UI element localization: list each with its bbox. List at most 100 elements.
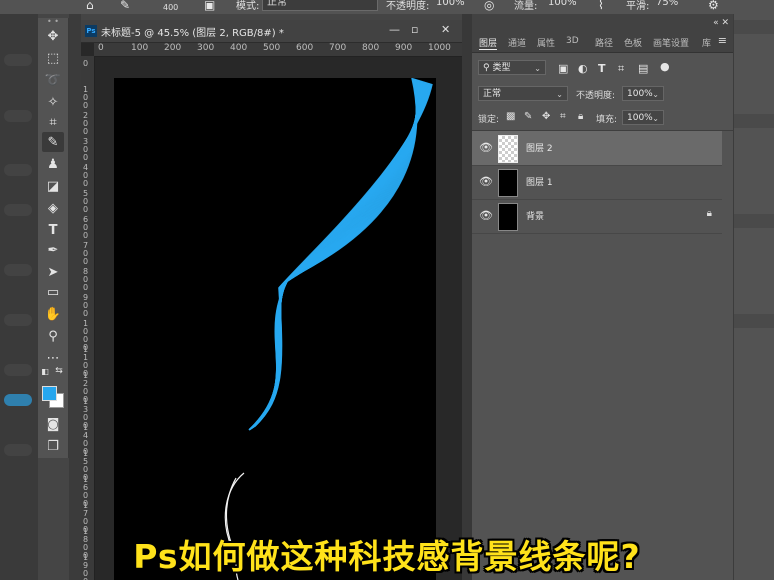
tab-0[interactable]: 图层: [479, 36, 498, 50]
screen-mode-icon[interactable]: ❐: [42, 436, 64, 456]
layer-row[interactable]: 👁︎ 图层 2: [472, 131, 722, 166]
ps-badge-icon: Ps: [85, 25, 97, 37]
more-tools-icon[interactable]: ⋯: [42, 348, 64, 368]
ruler-tick-label: 0: [98, 43, 104, 53]
brush-preset-icon[interactable]: ✎: [120, 0, 130, 12]
ruler-tick-label: 700: [83, 241, 89, 266]
document-title: 未标题-5 @ 45.5% (图层 2, RGB/8#) *: [101, 28, 284, 39]
document-tab[interactable]: Ps 未标题-5 @ 45.5% (图层 2, RGB/8#) * — ▫ ✕: [81, 20, 462, 43]
quick-mask-icon[interactable]: ◙: [42, 414, 64, 434]
lock-image-icon[interactable]: ✎: [524, 111, 532, 122]
rectangle-tool-icon[interactable]: ▭: [42, 282, 64, 302]
layers-panel: « ✕ ≡ 图层 通道 属性 3D 路径 色板 画笔设置库 ⚲ 类型 ⌄ ▣ ◐ T ⌗ ▤ …: [472, 14, 733, 580]
zoom-tool-icon[interactable]: ⚲: [42, 326, 64, 346]
layer-row[interactable]: 👁︎ 背景 🔒︎: [472, 199, 722, 234]
visibility-eye-icon[interactable]: 👁︎: [479, 209, 493, 222]
opacity-value[interactable]: 100%: [436, 0, 465, 8]
smooth-value[interactable]: 75%: [656, 0, 678, 8]
close-icon[interactable]: ✕: [441, 23, 450, 36]
tab-2[interactable]: 属性: [537, 36, 555, 49]
ruler-tick-label: 600: [296, 43, 314, 53]
path-select-tool-icon[interactable]: ➤: [42, 262, 64, 282]
ruler-tick-label: 900: [395, 43, 413, 53]
chevron-down-icon: ⌄: [652, 114, 659, 123]
lasso-tool-icon[interactable]: ➰: [42, 70, 64, 90]
lock-all-icon[interactable]: 🔒︎: [578, 111, 583, 122]
brush-tool-icon[interactable]: ✎: [42, 132, 64, 152]
paint-bucket-tool-icon[interactable]: ◈: [42, 198, 64, 218]
tab-3[interactable]: 3D: [566, 36, 579, 46]
crop-tool-icon[interactable]: ⌗: [42, 112, 64, 132]
layers-empty-area[interactable]: [472, 236, 733, 580]
marquee-tool-icon[interactable]: ⬚: [42, 48, 64, 68]
move-tool-icon[interactable]: ✥: [42, 26, 64, 46]
pressure-opacity-icon[interactable]: ◎: [484, 0, 494, 12]
tools-panel: • • ✥ ⬚ ➰ ✧ ⌗ ✎ ♟ ◪ ◈ T ✒ ➤ ▭ ✋ ⚲ ⋯ ◧ ⇆ …: [38, 18, 69, 458]
layer-lock-icon[interactable]: 🔒︎: [707, 208, 712, 219]
default-colors-icon[interactable]: ◧: [40, 366, 50, 376]
toolbar-grip[interactable]: • •: [38, 18, 68, 26]
pixel-filter-icon[interactable]: ▣: [558, 62, 568, 75]
adjustment-filter-icon[interactable]: ◐: [578, 62, 588, 75]
wave-lines-artwork: [224, 78, 433, 580]
tab-5[interactable]: 色板: [624, 36, 642, 49]
filter-toggle-icon[interactable]: ●: [660, 60, 670, 73]
visibility-eye-icon[interactable]: 👁︎: [479, 175, 493, 188]
flow-value[interactable]: 100%: [548, 0, 577, 8]
panel-menu-icon[interactable]: ≡: [718, 34, 727, 47]
horizontal-ruler[interactable]: 0100200300400500600700800900100011: [94, 43, 462, 57]
lock-transparent-icon[interactable]: ▩: [506, 111, 515, 122]
type-tool-icon[interactable]: T: [42, 220, 64, 240]
maximize-icon[interactable]: ▫: [411, 23, 418, 36]
lock-position-icon[interactable]: ✥: [542, 111, 550, 122]
tab-6[interactable]: 画笔设置: [653, 36, 689, 49]
document-window: Ps 未标题-5 @ 45.5% (图层 2, RGB/8#) * — ▫ ✕ …: [81, 20, 462, 580]
eraser-tool-icon[interactable]: ◪: [42, 176, 64, 196]
hand-tool-icon[interactable]: ✋: [42, 304, 64, 324]
lock-row: 锁定: ▩ ✎ ✥ ⌗ 🔒︎ 填充: 100% ⌄: [472, 110, 733, 128]
fill-value: 100%: [627, 113, 653, 123]
airbrush-icon[interactable]: ⌇: [598, 0, 604, 12]
ruler-tick-label: 900: [83, 293, 89, 318]
swap-colors-icon[interactable]: ⇆: [54, 366, 64, 376]
pen-tool-icon[interactable]: ✒: [42, 240, 64, 260]
vertical-ruler[interactable]: 0 100 200 300 400 500 600 700 800 900 1000 1100 1200…: [81, 56, 95, 580]
home-icon[interactable]: ⌂: [86, 0, 94, 12]
ruler-tick-label: 500: [83, 189, 89, 214]
chevron-down-icon: ⌄: [534, 64, 541, 73]
tab-1[interactable]: 通道: [508, 36, 526, 49]
tab-7[interactable]: 库: [702, 36, 711, 49]
right-panel-strip: [733, 14, 774, 580]
foreground-color-swatch[interactable]: [42, 386, 57, 401]
layer-name: 图层 2: [526, 144, 553, 154]
layer-opacity-field[interactable]: 100% ⌄: [622, 86, 664, 101]
fill-field[interactable]: 100% ⌄: [622, 110, 664, 125]
layer-filter-row: ⚲ 类型 ⌄ ▣ ◐ T ⌗ ▤ ●: [472, 60, 733, 78]
ruler-tick-label: 400: [83, 163, 89, 188]
layer-thumbnail: [498, 169, 518, 197]
filter-kind-select[interactable]: ⚲ 类型 ⌄: [478, 60, 546, 75]
collapse-panel-icon[interactable]: « ✕: [713, 18, 729, 28]
smart-object-filter-icon[interactable]: ▤: [638, 62, 648, 75]
type-filter-icon[interactable]: T: [598, 62, 606, 75]
gear-icon[interactable]: ⚙: [708, 0, 719, 12]
chevron-down-icon: ⌄: [652, 90, 659, 99]
ruler-tick-label: 300: [83, 137, 89, 162]
layer-opacity-label: 不透明度:: [576, 91, 616, 101]
shape-filter-icon[interactable]: ⌗: [618, 62, 624, 76]
tab-4[interactable]: 路径: [595, 36, 613, 49]
stamp-tool-icon[interactable]: ♟: [42, 154, 64, 174]
minimize-icon[interactable]: —: [389, 23, 400, 36]
magic-wand-tool-icon[interactable]: ✧: [42, 92, 64, 112]
visibility-eye-icon[interactable]: 👁︎: [479, 141, 493, 154]
layer-row[interactable]: 👁︎ 图层 1: [472, 165, 722, 200]
lock-artboard-icon[interactable]: ⌗: [560, 111, 566, 122]
brush-settings-icon[interactable]: ▣: [204, 0, 215, 12]
blend-mode-select[interactable]: 正常 ⌄: [478, 86, 568, 101]
canvas-artboard[interactable]: [114, 78, 436, 580]
mode-label: 模式:: [236, 1, 260, 12]
wave-line: [250, 79, 420, 430]
workspace-gap: [69, 14, 81, 580]
blend-row: 正常 ⌄ 不透明度: 100% ⌄: [472, 86, 733, 104]
mode-select[interactable]: 正常: [262, 0, 378, 11]
